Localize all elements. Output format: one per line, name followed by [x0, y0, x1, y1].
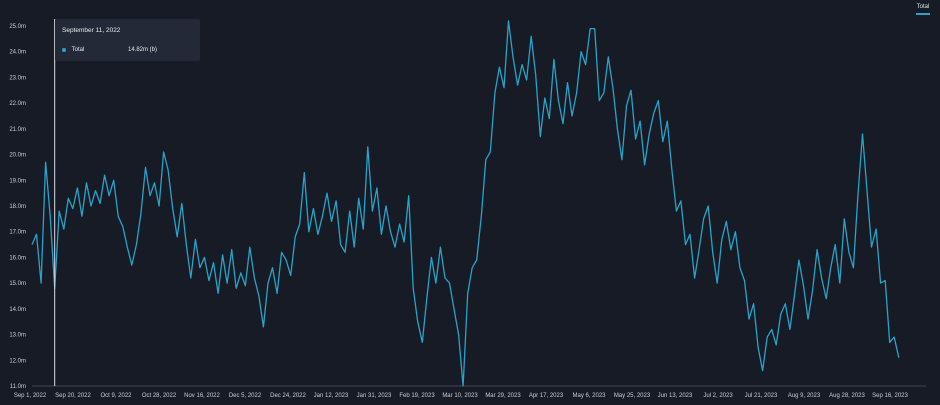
- y-tick-label: 25.0m: [9, 24, 26, 30]
- x-tick-label: Jul 21, 2023: [745, 393, 778, 399]
- x-tick-label: May 25, 2023: [614, 393, 651, 399]
- x-tick-label: Jun 13, 2023: [658, 393, 693, 399]
- legend[interactable]: Total: [916, 4, 930, 15]
- legend-swatch: [916, 13, 930, 15]
- series-line-total[interactable]: [31, 20, 900, 387]
- x-tick-label: May 6, 2023: [572, 393, 606, 399]
- y-tick-label: 20.0m: [9, 153, 26, 159]
- tooltip-series-name: Total: [71, 47, 85, 53]
- x-tick-label: Aug 9, 2023: [788, 393, 821, 399]
- tooltip-series-dot-icon: [62, 48, 66, 52]
- x-tick-label: Sep 16, 2023: [872, 393, 908, 399]
- y-tick-label: 24.0m: [9, 50, 26, 56]
- y-tick-label: 12.0m: [9, 358, 26, 364]
- y-tick-label: 16.0m: [9, 255, 26, 261]
- x-tick-label: Jan 12, 2023: [314, 393, 349, 399]
- x-tick-label: Aug 28, 2023: [829, 393, 865, 399]
- x-tick-label: Mar 29, 2023: [485, 393, 521, 399]
- tooltip-row: Total 14.82m (b): [62, 47, 192, 54]
- y-tick-label: 18.0m: [9, 204, 26, 210]
- y-tick-label: 17.0m: [9, 230, 26, 236]
- y-tick-label: 23.0m: [9, 75, 26, 81]
- y-tick-label: 21.0m: [9, 127, 26, 133]
- y-tick-label: 15.0m: [9, 281, 26, 287]
- y-axis: 11.0m 12.0m 13.0m 14.0m 15.0m 16.0m 17.0m 18.0m…: [9, 24, 26, 390]
- x-tick-label: Sep 1, 2022: [14, 393, 47, 399]
- x-tick-label: Apr 17, 2023: [529, 393, 564, 399]
- tooltip: September 11, 2022 Total 14.82m (b): [55, 19, 200, 61]
- y-tick-label: 19.0m: [9, 178, 26, 184]
- legend-item-label: Total: [916, 4, 930, 10]
- x-tick-label: Jan 31, 2023: [357, 393, 392, 399]
- x-tick-label: Dec 24, 2022: [270, 393, 306, 399]
- x-tick-label: Oct 28, 2022: [142, 393, 177, 399]
- tooltip-value: 14.82m (b): [128, 47, 158, 53]
- x-tick-label: Nov 16, 2022: [184, 393, 220, 399]
- y-tick-label: 13.0m: [9, 333, 26, 339]
- x-tick-label: Sep 20, 2022: [55, 393, 91, 399]
- x-tick-label: Oct 9, 2022: [100, 393, 132, 399]
- x-tick-label: Jul 2, 2023: [703, 393, 733, 399]
- x-tick-label: Feb 19, 2023: [399, 393, 435, 399]
- y-tick-label: 14.0m: [9, 307, 26, 313]
- x-tick-label: Dec 5, 2022: [229, 393, 262, 399]
- tooltip-date: September 11, 2022: [62, 27, 121, 34]
- y-tick-label: 22.0m: [9, 101, 26, 107]
- x-tick-label: Mar 10, 2023: [442, 393, 478, 399]
- y-tick-label: 11.0m: [10, 384, 26, 390]
- x-axis: Sep 1, 2022 Sep 20, 2022 Oct 9, 2022 Oct 28…: [14, 393, 909, 399]
